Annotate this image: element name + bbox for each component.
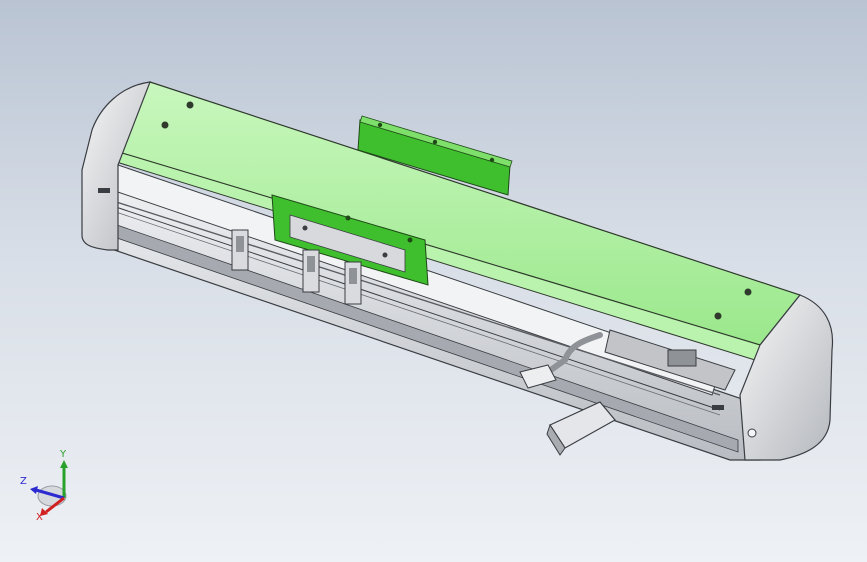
- bracket-screw: [489, 157, 495, 163]
- screw-hole: [161, 121, 169, 129]
- motor-coupling: [667, 349, 697, 367]
- end-cap-vent: [98, 188, 110, 193]
- y-axis-label: Y: [59, 449, 67, 460]
- screw-hole: [714, 312, 722, 320]
- carriage-screw: [407, 237, 413, 243]
- z-axis-arrow-icon: [30, 486, 38, 494]
- y-axis-arrow-icon: [60, 460, 68, 468]
- sensor-slot: [307, 256, 315, 272]
- x-axis-label: X: [36, 512, 43, 522]
- screw-hole: [186, 101, 194, 109]
- bracket-screw: [377, 122, 383, 128]
- carriage-screw: [302, 225, 308, 231]
- limit-sensor[interactable]: [344, 261, 362, 305]
- limit-sensor[interactable]: [231, 229, 249, 271]
- carriage-screw: [382, 252, 388, 258]
- z-axis-label: Z: [20, 476, 27, 487]
- bracket-screw: [432, 139, 438, 145]
- end-cap-hole: [747, 428, 757, 438]
- cable-plug[interactable]: [546, 401, 616, 456]
- end-cap-vent: [712, 405, 724, 410]
- carriage-screw: [345, 215, 351, 221]
- screw-hole: [744, 288, 752, 296]
- coordinate-triad: Y Z X: [20, 449, 68, 522]
- sensor-slot: [349, 268, 357, 284]
- limit-sensor[interactable]: [302, 249, 320, 293]
- model-viewport[interactable]: [0, 0, 867, 562]
- sensor-slot: [236, 236, 244, 252]
